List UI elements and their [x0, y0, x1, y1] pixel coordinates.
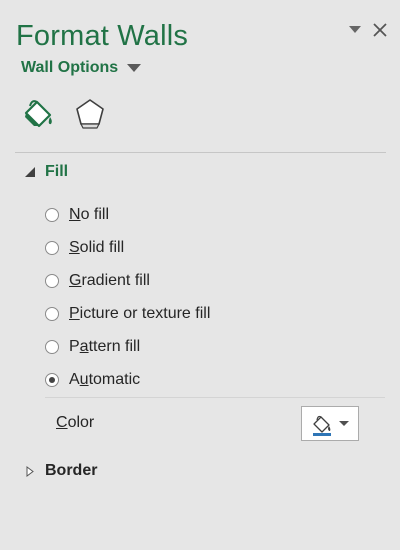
option-label: No fill [69, 206, 109, 224]
option-text-prefix: P [69, 337, 80, 355]
fill-options-list: No fill Solid fill Gradient fill Picture… [45, 198, 385, 396]
option-text: icture or texture fill [79, 304, 211, 322]
option-text: tomatic [88, 370, 141, 388]
chevron-down-icon [127, 63, 142, 73]
pane-title: Format Walls [16, 20, 189, 52]
radio-button[interactable] [45, 207, 59, 222]
option-label: Pattern fill [69, 338, 140, 356]
wall-options-label: Wall Options [21, 59, 119, 76]
paint-bucket-icon [24, 100, 52, 128]
collapsed-triangle-icon [23, 464, 37, 478]
color-label: Color [56, 414, 94, 432]
options-divider [45, 397, 385, 398]
fill-option-no-fill[interactable]: No fill [45, 198, 385, 231]
radio-button[interactable] [45, 240, 59, 255]
tab-effects[interactable] [72, 96, 108, 136]
wall-options-dropdown[interactable]: Wall Options [21, 59, 142, 77]
pentagon-icon [76, 99, 104, 129]
access-key: a [79, 337, 89, 355]
option-text: olid fill [79, 238, 125, 256]
access-key: N [69, 205, 81, 223]
fill-option-picture-texture-fill[interactable]: Picture or texture fill [45, 297, 385, 330]
option-label: Gradient fill [69, 272, 150, 290]
option-label: Picture or texture fill [69, 305, 210, 323]
option-text-prefix: A [69, 370, 80, 388]
fill-section-header[interactable]: Fill [23, 163, 68, 181]
tab-divider [15, 152, 386, 153]
access-key: P [69, 304, 80, 322]
tab-fill-line[interactable] [20, 96, 56, 136]
fill-option-pattern-fill[interactable]: Pattern fill [45, 330, 385, 363]
triangle-down-icon [349, 26, 361, 33]
access-key: S [69, 238, 80, 256]
fill-option-automatic[interactable]: Automatic [45, 363, 385, 396]
option-label: Automatic [69, 371, 140, 389]
option-label: Solid fill [69, 239, 124, 257]
format-tab-strip [15, 94, 115, 140]
format-walls-pane: Format Walls Wall Options Fill No fill S… [0, 0, 400, 550]
fill-option-solid-fill[interactable]: Solid fill [45, 231, 385, 264]
expanded-triangle-icon [23, 165, 37, 179]
option-text: ttern fill [88, 337, 141, 355]
radio-button[interactable] [45, 273, 59, 288]
task-pane-options-button[interactable] [346, 16, 364, 44]
access-key: C [56, 414, 68, 431]
border-section-header[interactable]: Border [23, 462, 97, 480]
radio-button-selected[interactable] [45, 372, 59, 387]
close-button[interactable] [368, 16, 392, 44]
option-text: radient fill [81, 271, 150, 289]
option-text: o fill [80, 205, 110, 223]
radio-button[interactable] [45, 306, 59, 321]
close-icon [373, 23, 387, 37]
fill-option-gradient-fill[interactable]: Gradient fill [45, 264, 385, 297]
chevron-down-icon [339, 420, 349, 426]
access-key: u [79, 370, 89, 388]
color-picker-button[interactable] [301, 406, 359, 441]
fill-section-label: Fill [45, 163, 69, 180]
radio-button[interactable] [45, 339, 59, 354]
access-key: G [69, 271, 82, 289]
color-label-text: olor [67, 414, 95, 431]
border-section-label: Border [45, 462, 98, 479]
paint-bucket-icon [313, 415, 331, 436]
